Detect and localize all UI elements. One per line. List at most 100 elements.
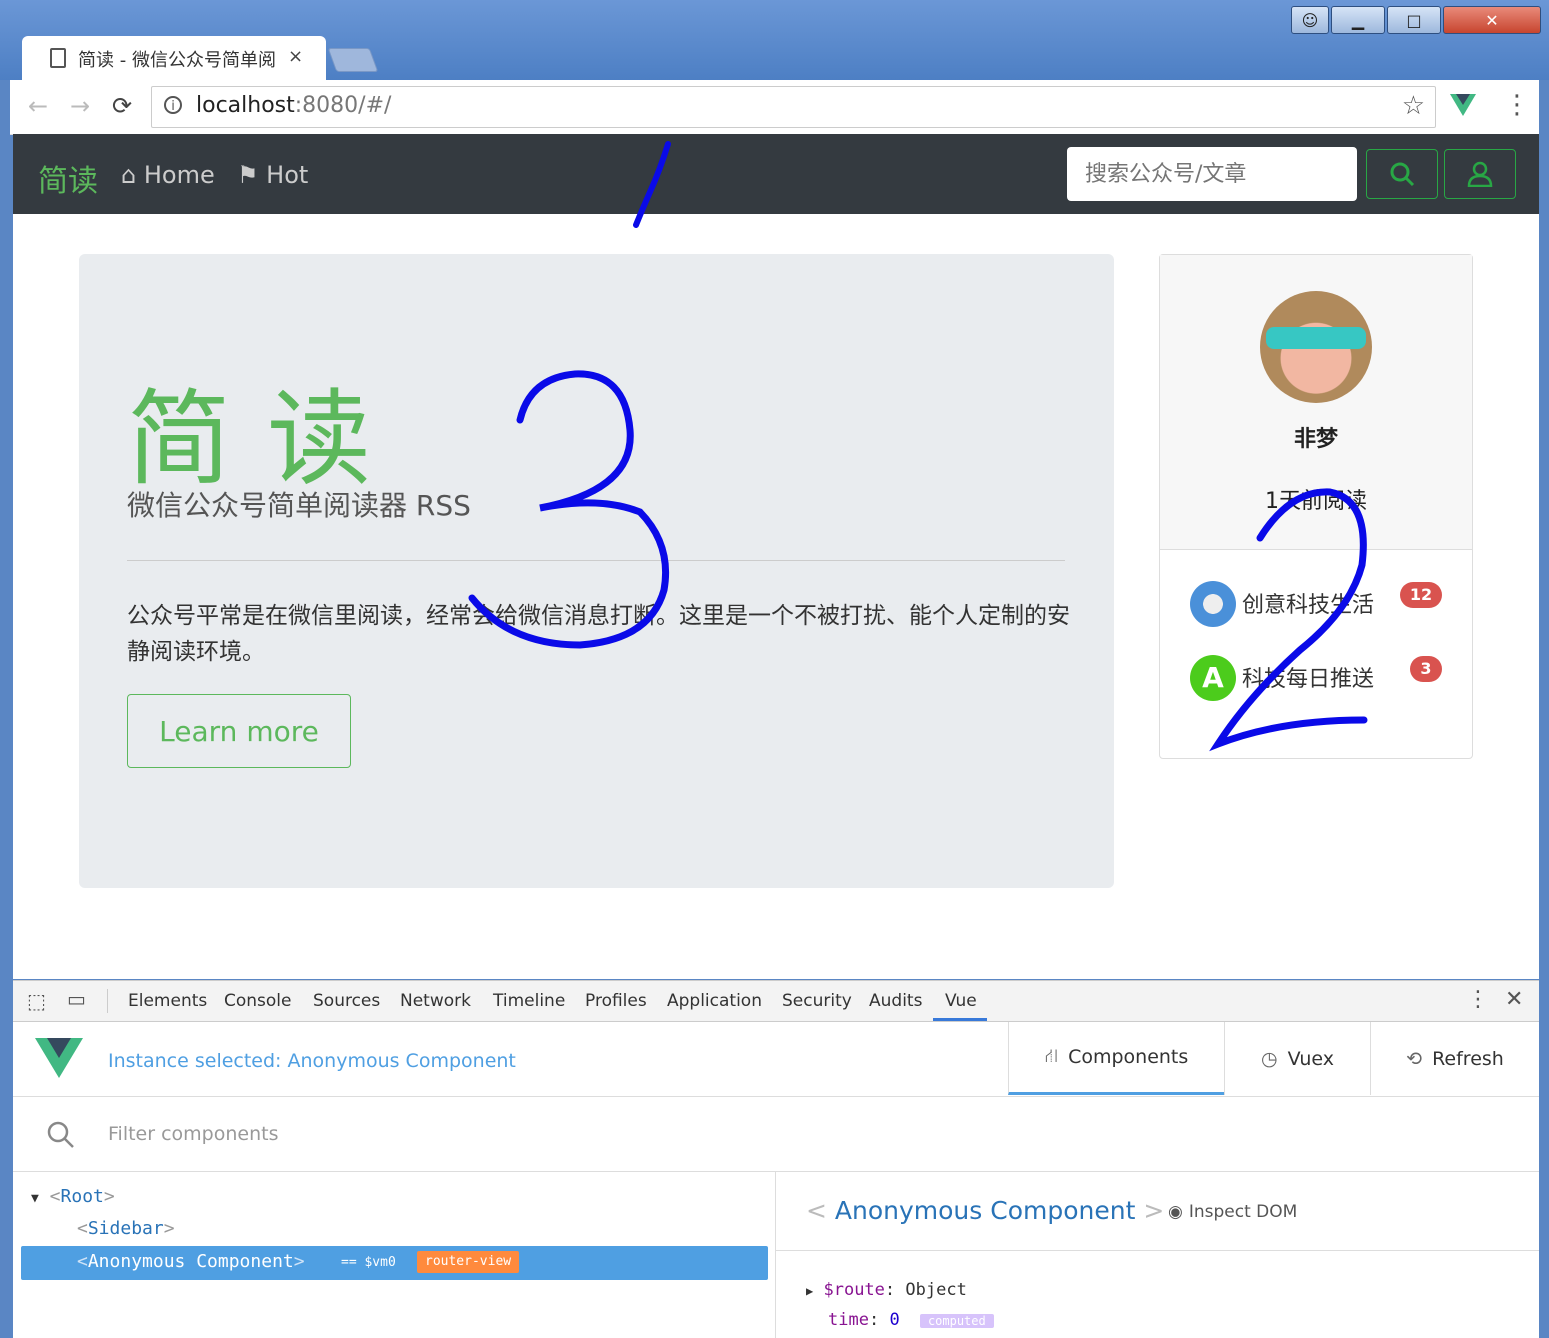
info-icon[interactable]: i — [164, 96, 182, 114]
flag-icon: ⚑ — [237, 161, 259, 189]
tab-title: 简读 - 微信公众号简单阅 — [78, 50, 276, 71]
tab-audits[interactable]: Audits — [869, 991, 922, 1011]
user-icon — [1467, 161, 1493, 187]
device-toolbar-icon[interactable]: ▭ — [67, 987, 86, 1011]
inspect-dom-button[interactable]: ◉ Inspect DOM — [1168, 1202, 1297, 1222]
browser-menu-icon[interactable]: ⋮ — [1504, 90, 1530, 120]
tree-node-sidebar[interactable]: <Sidebar> — [77, 1218, 175, 1239]
component-detail: < Anonymous Component > ◉ Inspect DOM ▶ $… — [776, 1172, 1539, 1338]
devtools-tabbar: ⬚ ▭ Elements Console Sources Network Tim… — [13, 981, 1539, 1022]
devtools-menu-icon[interactable]: ⋮ — [1467, 987, 1489, 1012]
unread-badge: 12 — [1400, 582, 1442, 608]
user-name: 非梦 — [1293, 427, 1338, 452]
expand-arrow-icon[interactable]: ▶ — [806, 1284, 813, 1298]
tab-security[interactable]: Security — [782, 991, 852, 1011]
search-icon — [47, 1121, 74, 1148]
computed-badge: computed — [919, 1314, 994, 1328]
close-devtools-icon[interactable]: ✕ — [1505, 987, 1523, 1012]
nav-home[interactable]: ⌂ Home — [121, 161, 215, 189]
selected-component-name: <Anonymous Component> — [77, 1251, 305, 1272]
refresh-button[interactable]: ⟲ Refresh — [1370, 1022, 1539, 1095]
subscription-name: 科技每日推送 — [1242, 667, 1375, 692]
window-controls: ☺ ▁ □ ✕ — [1291, 6, 1541, 34]
reload-icon[interactable]: ⟳ — [112, 92, 132, 120]
divider — [776, 1250, 1539, 1251]
url-text: localhost:8080/#/ — [196, 93, 392, 118]
refresh-icon: ⟲ — [1406, 1047, 1423, 1070]
refresh-label: Refresh — [1432, 1047, 1504, 1070]
address-bar[interactable]: i localhost:8080/#/ ☆ — [151, 86, 1436, 128]
bookmark-star-icon[interactable]: ☆ — [1402, 91, 1425, 121]
filter-bar[interactable]: Filter components — [13, 1097, 1539, 1172]
tab-console[interactable]: Console — [224, 991, 292, 1011]
new-tab-button[interactable] — [327, 48, 379, 72]
eye-icon: ◉ — [1168, 1202, 1183, 1222]
jumbotron: 简读 微信公众号简单阅读器 RSS 公众号平常是在微信里阅读，经常会给微信消息打… — [79, 254, 1114, 888]
subscription-item[interactable]: A 科技每日推送 3 — [1190, 655, 1470, 701]
tree-node-selected[interactable]: <Anonymous Component> == $vm0 router-vie… — [21, 1246, 768, 1280]
minimize-button[interactable]: ▁ — [1331, 6, 1385, 34]
router-view-tag: router-view — [417, 1251, 520, 1273]
tab-profiles[interactable]: Profiles — [585, 991, 647, 1011]
page-viewport: 简读 ⌂ Home ⚑ Hot 简读 微信公众号简单阅读器 RSS 公众号平常是… — [13, 134, 1539, 979]
history-icon: ◷ — [1261, 1047, 1278, 1070]
nav-home-label: Home — [143, 161, 215, 189]
site-navbar: 简读 ⌂ Home ⚑ Hot — [13, 134, 1539, 214]
search-input[interactable] — [1067, 147, 1357, 201]
user-stat: 1天前阅读 — [1265, 489, 1367, 514]
tab-vuex-label: Vuex — [1287, 1047, 1334, 1070]
tab-elements[interactable]: Elements — [128, 991, 207, 1011]
user-button[interactable] — [1444, 149, 1516, 199]
tab-components[interactable]: ⛙ Components — [1008, 1022, 1224, 1095]
divider — [107, 989, 108, 1013]
divider — [127, 560, 1065, 561]
tab-sources[interactable]: Sources — [313, 991, 380, 1011]
search-icon — [1390, 162, 1415, 187]
profile-header: 非梦 1天前阅读 — [1160, 255, 1472, 550]
brand-logo[interactable]: 简读 — [38, 156, 98, 200]
tab-network[interactable]: Network — [400, 991, 471, 1011]
route-property[interactable]: ▶ $route: Object — [806, 1280, 967, 1300]
tab-vue[interactable]: Vue — [945, 991, 977, 1011]
close-window-button[interactable]: ✕ — [1443, 6, 1541, 34]
vue-extension-icon[interactable] — [1450, 94, 1476, 118]
vm-reference: == $vm0 — [341, 1255, 396, 1270]
vue-header: Instance selected: Anonymous Component ⛙… — [13, 1022, 1539, 1097]
back-icon[interactable]: ← — [28, 92, 48, 120]
home-icon: ⌂ — [121, 161, 137, 189]
subscription-name: 创意科技生活 — [1242, 593, 1375, 618]
components-icon: ⛙ — [1044, 1044, 1059, 1067]
tab-timeline[interactable]: Timeline — [493, 991, 565, 1011]
unread-badge: 3 — [1410, 656, 1442, 682]
avatar[interactable] — [1260, 291, 1372, 403]
expand-arrow-icon[interactable]: ▼ — [31, 1191, 39, 1206]
tree-node-root[interactable]: ▼ <Root> — [31, 1186, 115, 1207]
devtools-panel: ⬚ ▭ Elements Console Sources Network Tim… — [13, 980, 1539, 1338]
tab-vuex[interactable]: ◷ Vuex — [1224, 1022, 1370, 1095]
profile-card: 非梦 1天前阅读 创意科技生活 12 A 科技每日推送 3 — [1159, 254, 1473, 759]
tab-close-icon[interactable]: × — [288, 46, 303, 67]
filter-components-input[interactable]: Filter components — [108, 1123, 278, 1145]
jumbotron-subtitle: 微信公众号简单阅读器 RSS — [127, 489, 471, 522]
subscription-avatar: A — [1190, 655, 1236, 701]
forward-icon[interactable]: → — [70, 92, 90, 120]
search-button[interactable] — [1366, 149, 1438, 199]
profile-icon[interactable]: ☺ — [1291, 6, 1329, 34]
inspect-element-icon[interactable]: ⬚ — [27, 989, 46, 1013]
avatar-glasses — [1266, 327, 1366, 349]
page-icon — [50, 48, 66, 68]
maximize-button[interactable]: □ — [1387, 6, 1441, 34]
browser-tab[interactable]: 简读 - 微信公众号简单阅 × — [22, 36, 326, 80]
detail-component-name: < Anonymous Component > — [806, 1196, 1165, 1225]
time-property: time: 0 computed — [828, 1310, 994, 1330]
subscription-avatar — [1190, 581, 1236, 627]
active-tab-indicator — [933, 1018, 987, 1021]
tab-application[interactable]: Application — [667, 991, 762, 1011]
vue-logo-inner — [47, 1038, 71, 1058]
subscription-item[interactable]: 创意科技生活 12 — [1190, 581, 1470, 627]
learn-more-button[interactable]: Learn more — [127, 694, 351, 768]
jumbotron-title: 简读 — [127, 378, 408, 500]
browser-toolbar: ← → ⟳ i localhost:8080/#/ ☆ ⋮ — [10, 80, 1539, 135]
nav-hot-label: Hot — [266, 161, 309, 189]
nav-hot[interactable]: ⚑ Hot — [237, 161, 308, 189]
